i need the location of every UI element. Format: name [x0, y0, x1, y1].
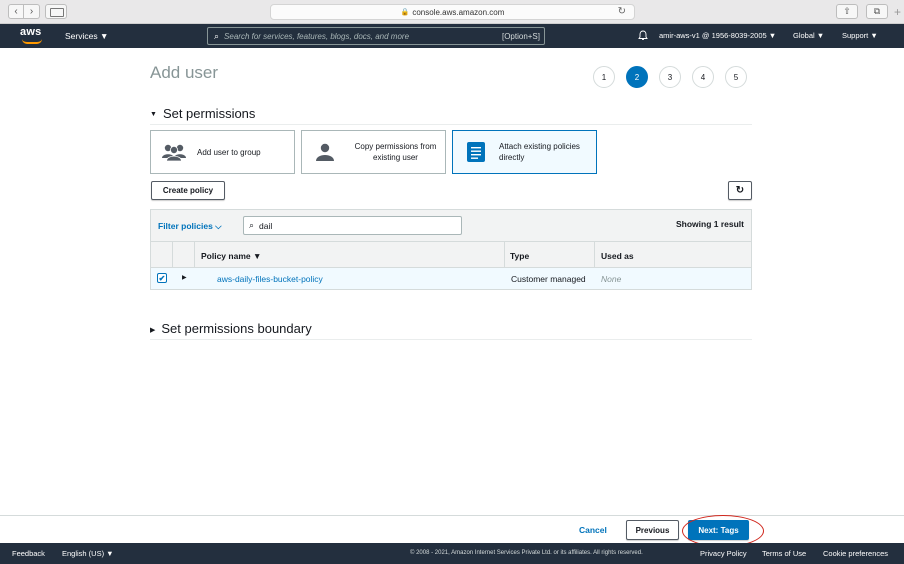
footer: Feedback English (US) ▼ © 2008 - 2021, A… — [0, 543, 904, 564]
account-menu[interactable]: amir-aws-v1 @ 1956-8039-2005 ▼ — [659, 31, 776, 40]
url-text: console.aws.amazon.com — [412, 7, 505, 17]
feedback-link[interactable]: Feedback — [12, 549, 45, 558]
result-count: Showing 1 result — [675, 219, 744, 229]
browser-toolbar: ‹ › 🔒 console.aws.amazon.com ↻ ⇧ ⧉ + — [0, 0, 904, 24]
set-permissions-title: Set permissions — [162, 106, 256, 121]
policy-type: Customer managed — [511, 274, 586, 284]
caret-right-icon: ▶ — [150, 326, 156, 334]
sidebar-toggle-icon[interactable] — [45, 4, 67, 19]
cookie-preferences-link[interactable]: Cookie preferences — [823, 549, 888, 558]
create-policy-button[interactable]: Create policy — [151, 181, 225, 200]
region-menu[interactable]: Global ▼ — [793, 31, 824, 40]
back-icon[interactable]: ‹ — [8, 4, 24, 19]
privacy-policy-link[interactable]: Privacy Policy — [700, 549, 747, 558]
column-type[interactable]: Type — [505, 242, 595, 268]
search-icon: ⌕ — [249, 220, 255, 230]
aws-smile-icon — [22, 39, 42, 44]
set-permissions-header[interactable]: ▼ Set permissions — [150, 106, 752, 125]
aws-logo[interactable]: aws — [20, 27, 46, 45]
search-shortcut: [Option+S] — [501, 31, 540, 41]
option-label: Attach existing policies directly — [499, 142, 580, 162]
wizard-steps: 1 2 3 4 5 — [593, 66, 747, 88]
option-copy-permissions[interactable]: Copy permissions from existing user — [301, 130, 446, 174]
support-menu[interactable]: Support ▼ — [842, 31, 878, 40]
table-header: Policy name ▼ Type Used as — [151, 242, 751, 268]
page-title: Add user — [150, 63, 219, 82]
terms-of-use-link[interactable]: Terms of Use — [762, 549, 806, 558]
copyright-text: © 2008 - 2021, Amazon Internet Services … — [410, 550, 643, 556]
reload-icon[interactable]: ↻ — [618, 6, 626, 17]
option-label: Copy permissions from existing user — [354, 142, 437, 162]
policy-used-as: None — [601, 274, 622, 284]
permissions-boundary-header[interactable]: ▶ Set permissions boundary — [150, 321, 752, 340]
expand-row-icon[interactable]: ▶ — [182, 274, 187, 281]
new-tab-icon[interactable]: + — [894, 5, 901, 19]
lock-icon: 🔒 — [400, 9, 410, 16]
forward-icon[interactable]: › — [24, 4, 40, 19]
policy-search-value: dail — [259, 220, 273, 231]
cancel-button[interactable]: Cancel — [579, 525, 607, 535]
group-icon — [159, 141, 189, 163]
search-input[interactable]: ⌕ Search for services, features, blogs, … — [207, 27, 545, 45]
bell-icon[interactable] — [638, 30, 648, 44]
policy-search-input[interactable]: ⌕ dail — [243, 216, 462, 235]
filter-policies-dropdown[interactable]: Filter policies ⌵ — [158, 221, 222, 232]
browser-nav-buttons: ‹ › — [8, 4, 40, 19]
permissions-boundary-title: Set permissions boundary — [161, 321, 312, 336]
policy-name-link[interactable]: aws-daily-files-bucket-policy — [217, 274, 323, 284]
next-tags-button[interactable]: Next: Tags — [688, 520, 749, 540]
document-icon — [461, 141, 491, 163]
option-add-user-to-group[interactable]: Add user to group — [150, 130, 295, 174]
policies-table: Filter policies ⌵ ⌕ dail Showing 1 resul… — [150, 209, 752, 290]
aws-logo-text: aws — [20, 26, 42, 38]
browser-right-buttons: ⇧ ⧉ — [836, 4, 888, 19]
user-icon — [310, 141, 340, 163]
services-menu[interactable]: Services ▼ — [65, 31, 108, 41]
step-4[interactable]: 4 — [692, 66, 714, 88]
column-policy-name[interactable]: Policy name ▼ — [195, 242, 505, 268]
step-2[interactable]: 2 — [626, 66, 648, 88]
permission-options: Add user to group Copy permissions from … — [150, 130, 597, 174]
caret-down-icon: ▼ — [150, 111, 157, 119]
table-toolbar: Filter policies ⌵ ⌕ dail Showing 1 resul… — [151, 210, 751, 242]
option-label: Add user to group — [197, 147, 261, 157]
previous-button[interactable]: Previous — [626, 520, 679, 540]
language-menu[interactable]: English (US) ▼ — [62, 549, 114, 558]
table-row[interactable]: ✔ ▶ aws-daily-files-bucket-policy Custom… — [151, 268, 751, 289]
column-used-as[interactable]: Used as — [595, 242, 640, 268]
row-checkbox[interactable]: ✔ — [157, 273, 167, 283]
refresh-icon[interactable]: ↻ — [728, 181, 752, 200]
aws-top-nav: aws Services ▼ ⌕ Search for services, fe… — [0, 24, 904, 48]
expand-column-header — [173, 242, 195, 268]
select-column-header — [151, 242, 173, 268]
share-icon[interactable]: ⇧ — [836, 4, 858, 19]
address-bar[interactable]: 🔒 console.aws.amazon.com ↻ — [270, 4, 635, 20]
actions-divider — [0, 515, 904, 516]
tabs-icon[interactable]: ⧉ — [866, 4, 888, 19]
option-attach-policies[interactable]: Attach existing policies directly — [452, 130, 597, 174]
step-3[interactable]: 3 — [659, 66, 681, 88]
search-placeholder: Search for services, features, blogs, do… — [224, 31, 410, 41]
step-5[interactable]: 5 — [725, 66, 747, 88]
search-icon: ⌕ — [214, 30, 220, 41]
step-1[interactable]: 1 — [593, 66, 615, 88]
